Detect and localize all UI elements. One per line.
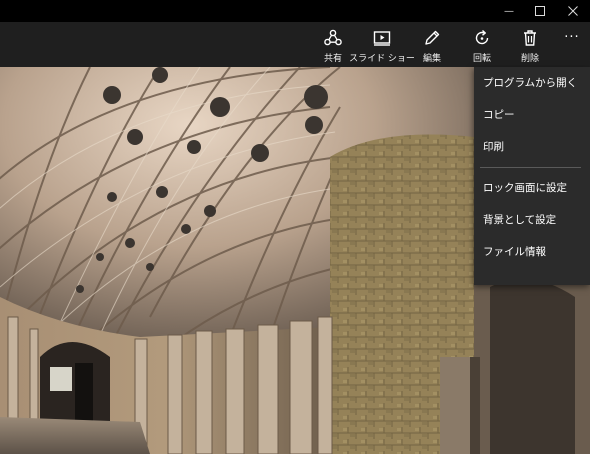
menu-item-copy[interactable]: コピー [474,99,590,129]
minimize-button[interactable]: — [492,0,526,22]
menu-item-set-background[interactable]: 背景として設定 [474,204,590,234]
share-button[interactable]: 共有 [319,28,347,64]
more-button[interactable]: ··· [560,30,584,66]
slideshow-icon [373,31,391,46]
rotate-button[interactable]: 回転 [468,28,496,64]
rotate-label: 回転 [472,54,491,64]
menu-item-set-lock-screen[interactable]: ロック画面に設定 [474,172,590,202]
menu-item-file-info[interactable]: ファイル情報 [474,236,590,266]
rotate-icon [475,29,489,45]
share-icon [324,29,342,46]
share-label: 共有 [323,54,342,64]
edit-label: 編集 [422,54,441,64]
minimize-icon: — [504,5,514,17]
title-bar: — [0,0,590,22]
command-bar: 共有 スライド ショー 編集 回転 削除 ··· [0,22,590,67]
trash-icon [524,30,536,46]
edit-button[interactable]: 編集 [418,28,446,64]
menu-separator [480,167,581,168]
slideshow-label: スライド ショー [349,54,415,64]
more-icon: ··· [564,30,580,45]
menu-item-open-with[interactable]: プログラムから開く [474,67,590,97]
maximize-button[interactable] [523,0,557,22]
delete-label: 削除 [520,54,539,64]
pencil-icon [425,30,440,45]
delete-button[interactable]: 削除 [516,28,544,64]
more-options-menu: プログラムから開く コピー 印刷 ロック画面に設定 背景として設定 ファイル情報 [474,67,590,285]
slideshow-button[interactable]: スライド ショー [349,28,415,64]
close-button[interactable] [556,0,590,22]
menu-item-print[interactable]: 印刷 [474,131,590,161]
maximize-icon [535,6,545,16]
close-icon [568,6,578,16]
